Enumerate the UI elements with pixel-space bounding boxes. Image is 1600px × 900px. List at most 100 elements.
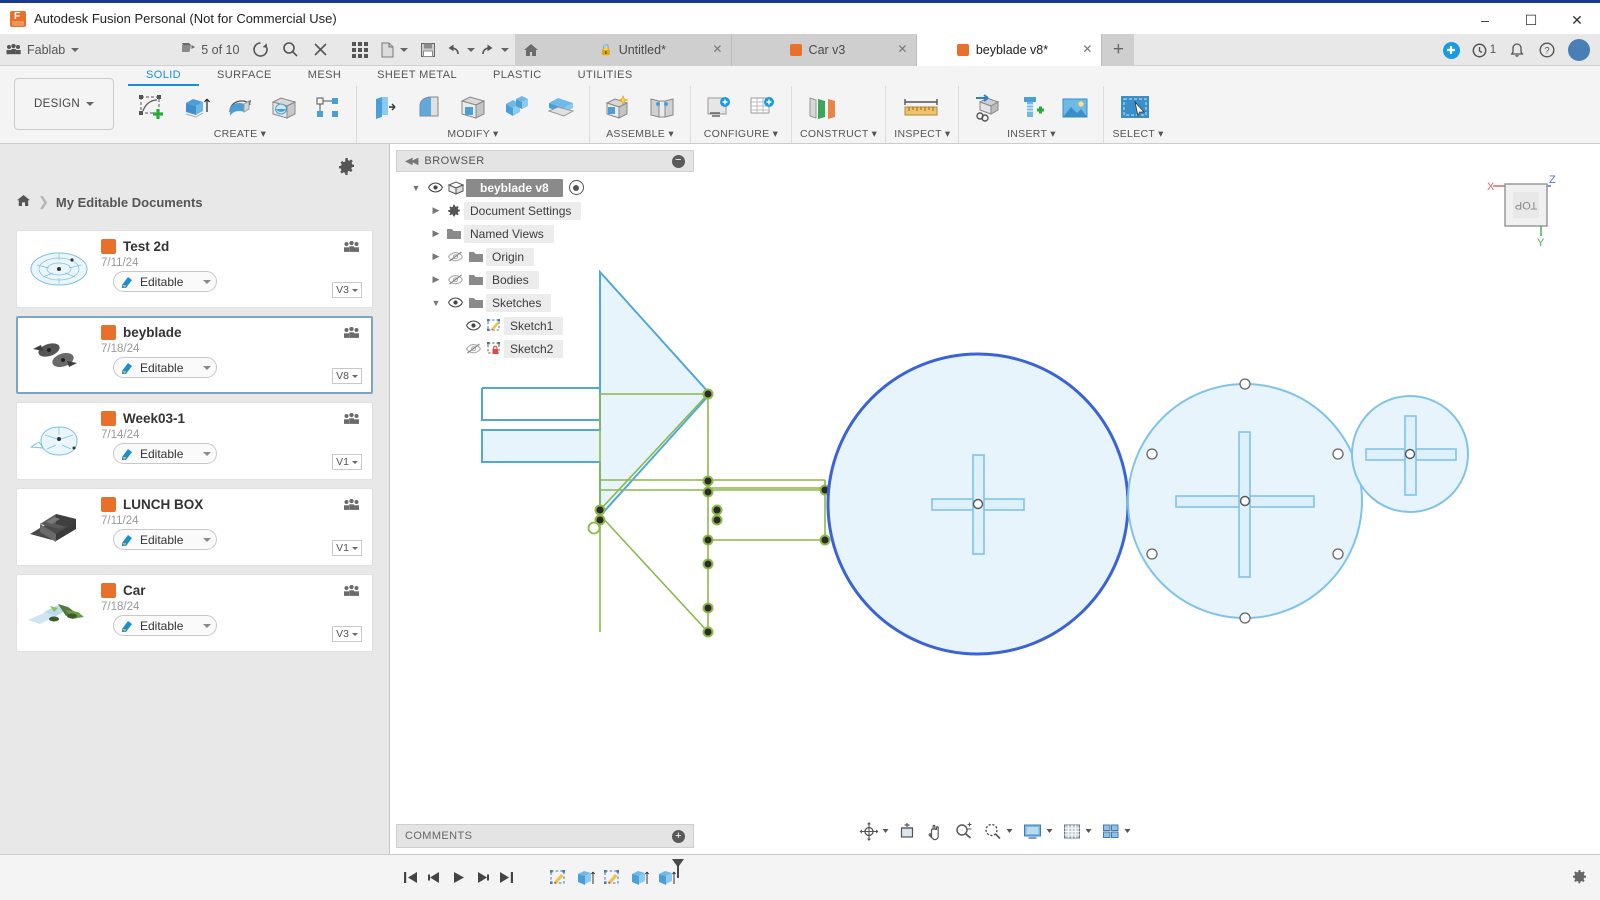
panel-label-inspect[interactable]: INSPECT ▾ — [894, 128, 950, 143]
shell-icon[interactable] — [453, 90, 493, 126]
share-people-icon[interactable] — [343, 326, 360, 339]
workspace-selector[interactable]: DESIGN — [14, 78, 114, 130]
tree-node-sketch2[interactable]: Sketch2 — [396, 337, 694, 360]
document-card-car[interactable]: Car 7/18/24 Editable V3 — [16, 574, 373, 652]
expand-arrow-icon[interactable]: ▶ — [428, 205, 444, 216]
redo-icon[interactable] — [477, 34, 511, 66]
eye-visible-icon[interactable] — [424, 182, 446, 193]
configuration-icon[interactable] — [699, 90, 739, 126]
minimize-button[interactable]: ‒ — [1462, 3, 1508, 37]
tree-node-beyblade-v8[interactable]: ▼ beyblade v8 — [396, 176, 694, 199]
pan-icon[interactable] — [922, 818, 949, 844]
zoom-window-icon[interactable] — [980, 818, 1017, 844]
eye-visible-icon[interactable] — [462, 320, 484, 331]
panel-label-select[interactable]: SELECT ▾ — [1112, 128, 1163, 143]
comments-bar[interactable]: COMMENTS + — [396, 824, 694, 848]
version-badge[interactable]: V3 — [332, 626, 362, 642]
orbit-icon[interactable] — [856, 818, 893, 844]
expand-arrow-icon[interactable]: ▶ — [428, 251, 444, 262]
document-card-beyblade[interactable]: beyblade 7/18/24 Editable V8 — [16, 316, 373, 394]
panel-label-assemble[interactable]: ASSEMBLE ▾ — [598, 128, 682, 143]
display-settings-icon[interactable] — [1019, 818, 1057, 844]
activate-component-radio[interactable] — [568, 180, 584, 195]
editable-status-dropdown[interactable]: Editable — [113, 271, 217, 292]
eye-visible-icon[interactable] — [444, 297, 466, 308]
extension-manager-icon[interactable]: ✚ — [1436, 34, 1466, 66]
new-file-icon[interactable] — [375, 34, 413, 66]
document-tab-beyblade[interactable]: beyblade v8* ✕ — [917, 33, 1103, 66]
expand-arrow-icon[interactable]: ▼ — [428, 298, 444, 308]
document-tab-untitled[interactable]: 🔒 Untitled* ✕ — [547, 33, 733, 66]
editable-status-dropdown[interactable]: Editable — [113, 443, 217, 464]
pattern-icon[interactable] — [308, 90, 348, 126]
search-icon[interactable] — [275, 34, 305, 66]
extrude-icon[interactable] — [176, 90, 216, 126]
plus-icon[interactable]: + — [672, 829, 685, 843]
undo-icon[interactable] — [443, 34, 477, 66]
tree-node-origin[interactable]: ▶ Origin — [396, 245, 694, 268]
tab-utilities[interactable]: UTILITIES — [560, 66, 651, 86]
play-icon[interactable] — [446, 865, 470, 891]
step-forward-icon[interactable] — [470, 865, 494, 891]
select-icon[interactable] — [1112, 90, 1158, 126]
job-history-icon[interactable]: 1 — [1466, 34, 1502, 66]
go-to-end-icon[interactable] — [494, 865, 518, 891]
grid-apps-icon[interactable] — [345, 34, 375, 66]
tree-node-sketches[interactable]: ▼ Sketches — [396, 291, 694, 314]
press-pull-icon[interactable] — [365, 90, 405, 126]
tab-solid[interactable]: SOLID — [128, 66, 200, 86]
avatar[interactable] — [1568, 39, 1590, 61]
home-tab[interactable] — [515, 33, 548, 66]
split-face-icon[interactable] — [541, 90, 581, 126]
maximize-button[interactable]: ☐ — [1508, 3, 1554, 37]
panel-label-modify[interactable]: MODIFY ▾ — [365, 128, 581, 143]
tab-mesh[interactable]: MESH — [290, 66, 359, 86]
eye-hidden-icon[interactable] — [444, 251, 466, 262]
new-component-icon[interactable] — [598, 90, 638, 126]
document-card-test2d[interactable]: Test 2d 7/11/24 Editable V3 — [16, 230, 373, 308]
job-status[interactable]: 5 of 10 — [175, 34, 245, 66]
document-card-week03-1[interactable]: Week03-1 7/14/24 Editable V1 — [16, 402, 373, 480]
step-back-icon[interactable] — [422, 865, 446, 891]
save-icon[interactable] — [413, 34, 443, 66]
gear-icon[interactable] — [337, 157, 355, 175]
editable-status-dropdown[interactable]: Editable — [113, 615, 217, 636]
share-people-icon[interactable] — [343, 240, 360, 253]
share-people-icon[interactable] — [343, 412, 360, 425]
look-at-icon[interactable] — [895, 818, 920, 844]
minus-icon[interactable]: − — [672, 154, 685, 168]
close-icon[interactable]: ✕ — [897, 43, 907, 55]
tab-sheet-metal[interactable]: SHEET METAL — [359, 66, 475, 86]
version-badge[interactable]: V1 — [332, 540, 362, 556]
collapse-left-icon[interactable]: ◀◀ — [405, 156, 418, 167]
eye-hidden-icon[interactable] — [462, 343, 484, 354]
panel-label-create[interactable]: CREATE ▾ — [132, 128, 348, 143]
timeline-marker-icon[interactable] — [670, 858, 686, 885]
panel-label-insert[interactable]: INSERT ▾ — [967, 128, 1095, 143]
grid-snaps-icon[interactable] — [1059, 818, 1096, 844]
close-icon[interactable]: ✕ — [1082, 43, 1092, 55]
tree-node-document-settings[interactable]: ▶ Document Settings — [396, 199, 694, 222]
expand-arrow-icon[interactable]: ▼ — [408, 183, 424, 193]
document-tab-car[interactable]: Car v3 ✕ — [732, 33, 918, 66]
extrude-feature-icon[interactable] — [573, 866, 597, 890]
panel-label-construct[interactable]: CONSTRUCT ▾ — [800, 128, 877, 143]
tab-surface[interactable]: SURFACE — [199, 66, 290, 86]
extrude-feature-icon[interactable] — [627, 866, 651, 890]
sketch-feature-icon[interactable] — [546, 866, 570, 890]
share-people-icon[interactable] — [343, 584, 360, 597]
measure-icon[interactable] — [894, 90, 948, 126]
bell-icon[interactable] — [1502, 34, 1532, 66]
home-icon[interactable] — [16, 194, 31, 210]
new-document-tab-button[interactable]: + — [1102, 33, 1135, 66]
team-selector[interactable]: Fablab — [0, 34, 85, 66]
close-icon[interactable]: ✕ — [712, 43, 722, 55]
canvas[interactable]: ◀◀ BROWSER − ▼ beyblade v8 ▶ Document Se… — [390, 144, 1600, 854]
version-badge[interactable]: V8 — [332, 368, 362, 384]
panel-label-configure[interactable]: CONFIGURE ▾ — [699, 128, 783, 143]
fillet-icon[interactable] — [409, 90, 449, 126]
viewports-icon[interactable] — [1098, 818, 1135, 844]
version-badge[interactable]: V3 — [332, 282, 362, 298]
close-search-icon[interactable] — [305, 34, 335, 66]
tab-plastic[interactable]: PLASTIC — [475, 66, 560, 86]
